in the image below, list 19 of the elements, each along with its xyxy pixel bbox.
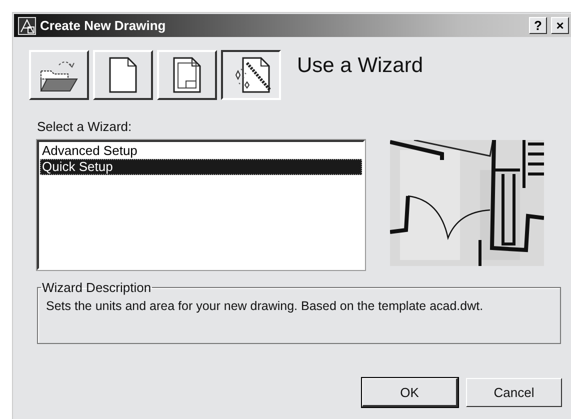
help-button[interactable]: ? [529,17,547,34]
page-heading: Use a Wizard [297,54,424,78]
ok-button[interactable]: OK [362,378,458,407]
list-item[interactable]: Quick Setup [40,159,362,175]
group-title: Wizard Description [41,280,152,295]
list-label: Select a Wizard: [37,119,133,134]
list-item[interactable]: Advanced Setup [40,143,362,159]
template-page-icon [173,57,201,93]
open-drawing-button[interactable] [29,50,89,100]
window-title: Create New Drawing [40,18,167,33]
wizard-list[interactable]: Advanced Setup Quick Setup [37,140,365,270]
use-template-button[interactable] [157,50,217,100]
start-from-scratch-button[interactable] [93,50,153,100]
blank-page-icon [109,57,137,93]
cancel-button[interactable]: Cancel [466,378,562,407]
use-wizard-button[interactable] [221,50,281,100]
app-icon [18,16,36,34]
description-text: Sets the units and area for your new drawing. Based on the template acad.dwt. [46,299,484,313]
close-button[interactable]: × [551,17,569,34]
